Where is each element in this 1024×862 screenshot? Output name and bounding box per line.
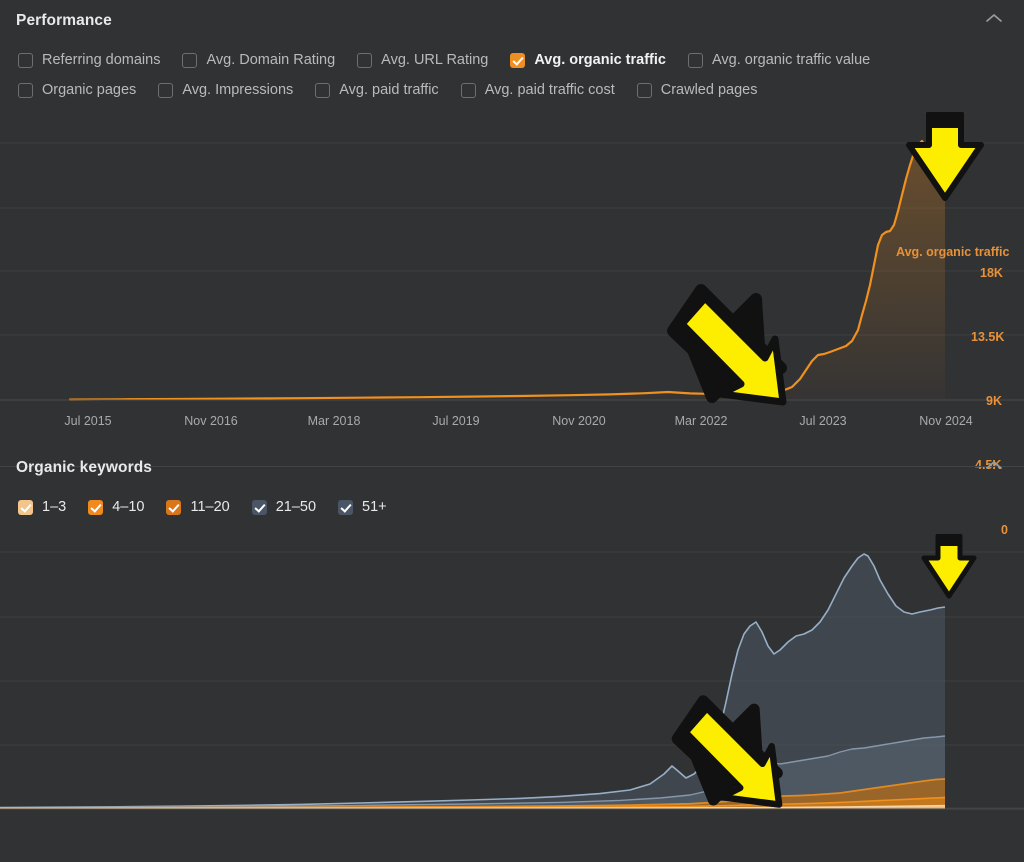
- checkbox-label: 11–20: [190, 499, 230, 515]
- checkbox-box[interactable]: [357, 52, 373, 68]
- traffic-line: [68, 134, 947, 401]
- checkbox-box[interactable]: [687, 52, 703, 68]
- checkbox-label: Referring domains: [42, 52, 161, 68]
- chevron-up-icon[interactable]: [986, 13, 1002, 23]
- checkbox-label: Avg. Domain Rating: [206, 52, 336, 68]
- checkbox-box-checked[interactable]: [510, 52, 526, 68]
- checkbox-label: Avg. URL Rating: [381, 52, 489, 68]
- series-legend-label: Avg. organic traffic: [896, 245, 1010, 259]
- y-tick-9k: 9K: [986, 394, 1002, 408]
- performance-metric-filters: Referring domains Avg. Domain Rating Avg…: [0, 42, 1024, 105]
- checkbox-label: Avg. paid traffic: [339, 82, 439, 98]
- checkbox-organic-pages[interactable]: Organic pages: [18, 82, 136, 98]
- checkbox-avg-organic-traffic-value[interactable]: Avg. organic traffic value: [687, 52, 871, 68]
- checkbox-box[interactable]: [158, 82, 174, 98]
- organic-keywords-chart-canvas: [0, 551, 1024, 810]
- checkbox-referring-domains[interactable]: Referring domains: [18, 52, 160, 68]
- checkbox-label: 1–3: [42, 499, 67, 515]
- metric-filter-row-1: Referring domains Avg. Domain Rating Avg…: [18, 45, 1024, 75]
- checkbox-box[interactable]: [182, 52, 198, 68]
- chevron-up-icon[interactable]: [986, 460, 1002, 470]
- checkbox-label: Crawled pages: [660, 82, 758, 98]
- organic-keywords-chart[interactable]: 18K 13.5K 9K 4.5K: [0, 522, 1024, 824]
- checkbox-box-checked[interactable]: [18, 499, 33, 515]
- checkbox-avg-domain-rating[interactable]: Avg. Domain Rating: [182, 52, 335, 68]
- checkbox-avg-paid-traffic-cost[interactable]: Avg. paid traffic cost: [460, 82, 615, 98]
- checkbox-label: Avg. organic traffic: [534, 52, 666, 68]
- checkbox-label: Avg. paid traffic cost: [484, 82, 615, 98]
- checkbox-bucket-4-10[interactable]: 4–10: [88, 499, 144, 515]
- checkbox-label: 4–10: [112, 499, 145, 515]
- checkbox-bucket-11-20[interactable]: 11–20: [166, 499, 230, 515]
- organic-keywords-section-header: Organic keywords: [0, 447, 1024, 489]
- checkbox-box-checked[interactable]: [338, 499, 354, 515]
- checkbox-box[interactable]: [18, 82, 33, 98]
- checkbox-label: Avg. Impressions: [182, 82, 294, 98]
- y-tick-18k: 18K: [980, 266, 1003, 280]
- checkbox-label: Avg. organic traffic value: [711, 52, 871, 68]
- metric-filter-row-2: Organic pages Avg. Impressions Avg. paid…: [18, 75, 1024, 105]
- checkbox-box[interactable]: [18, 52, 33, 68]
- analytics-panel: Performance Referring domains Avg. Domai…: [0, 0, 1024, 862]
- checkbox-box-checked[interactable]: [166, 499, 182, 515]
- checkbox-bucket-1-3[interactable]: 1–3: [18, 499, 66, 515]
- performance-chart[interactable]: Avg. organic traffic 18K 13.5K 9K 4.5K 0…: [0, 105, 1024, 537]
- checkbox-bucket-21-50[interactable]: 21–50: [251, 499, 317, 515]
- performance-section-header: Performance: [0, 0, 1024, 42]
- checkbox-bucket-51-plus[interactable]: 51+: [338, 499, 387, 515]
- keyword-bucket-row: 1–3 4–10 11–20 21–50 51+: [18, 492, 1024, 522]
- organic-keywords-filters: 1–3 4–10 11–20 21–50 51+: [0, 489, 1024, 522]
- section-title-organic-keywords: Organic keywords: [16, 459, 152, 476]
- checkbox-avg-paid-traffic[interactable]: Avg. paid traffic: [315, 82, 439, 98]
- checkbox-box-checked[interactable]: [251, 499, 267, 515]
- checkbox-label: 51+: [362, 499, 387, 515]
- checkbox-box[interactable]: [460, 82, 476, 98]
- checkbox-avg-impressions[interactable]: Avg. Impressions: [158, 82, 293, 98]
- checkbox-avg-url-rating[interactable]: Avg. URL Rating: [357, 52, 488, 68]
- checkbox-box[interactable]: [315, 82, 331, 98]
- checkbox-avg-organic-traffic[interactable]: Avg. organic traffic: [510, 52, 666, 68]
- checkbox-label: Organic pages: [42, 82, 137, 98]
- page-title: Performance: [16, 12, 112, 29]
- checkbox-box[interactable]: [636, 82, 652, 98]
- y-tick-13-5k: 13.5K: [971, 330, 1005, 344]
- checkbox-box-checked[interactable]: [88, 499, 104, 515]
- checkbox-label: 21–50: [275, 499, 317, 515]
- checkbox-crawled-pages[interactable]: Crawled pages: [636, 82, 758, 98]
- performance-chart-canvas: [0, 134, 1024, 401]
